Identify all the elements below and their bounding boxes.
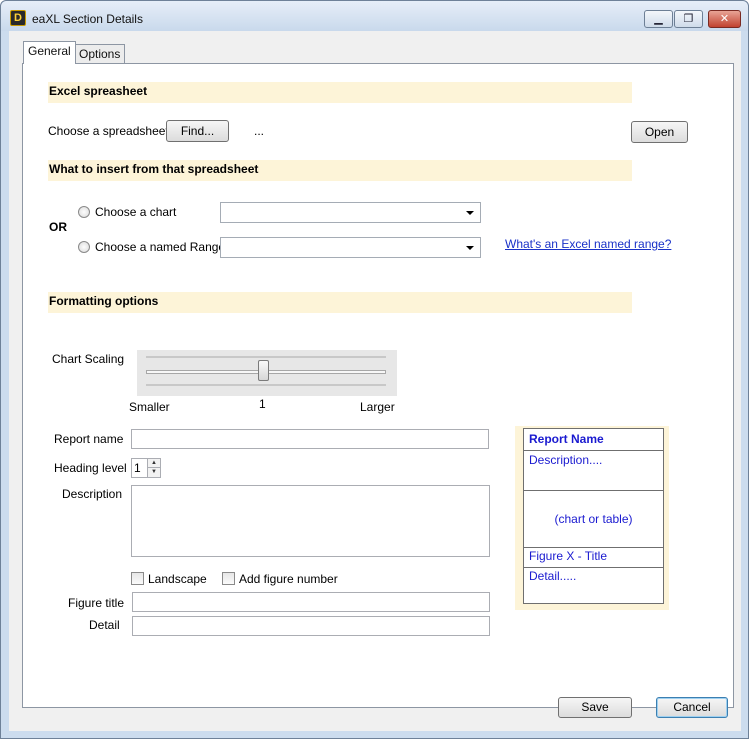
layout-preview-page: Report Name Description.... (chart or ta… — [523, 428, 664, 604]
landscape-label[interactable]: Landscape — [148, 572, 207, 586]
detail-label: Detail — [89, 618, 120, 632]
slider-value-label: 1 — [259, 397, 266, 411]
named-range-help-link[interactable]: What's an Excel named range? — [505, 237, 671, 251]
spreadsheet-path-text: ... — [254, 124, 265, 138]
dialog-client-area: General Options Excel spreasheet Choose … — [9, 31, 741, 731]
report-name-input[interactable] — [131, 429, 489, 449]
preview-chart-placeholder: (chart or table) — [524, 491, 663, 548]
preview-report-name: Report Name — [524, 429, 663, 451]
chevron-down-icon — [466, 246, 474, 250]
add-figure-number-checkbox[interactable] — [222, 572, 235, 585]
cancel-button[interactable]: Cancel — [656, 697, 728, 718]
report-name-label: Report name — [54, 432, 124, 446]
chart-select[interactable] — [220, 202, 481, 223]
slider-ticks-bottom — [146, 384, 386, 386]
window-title: eaXL Section Details — [32, 12, 143, 26]
named-range-select[interactable] — [220, 237, 481, 258]
choose-chart-label[interactable]: Choose a chart — [95, 205, 176, 219]
heading-level-label: Heading level — [54, 461, 127, 475]
detail-input[interactable] — [132, 616, 490, 636]
slider-thumb[interactable] — [258, 360, 269, 381]
minimize-button[interactable]: ▁ — [644, 10, 673, 28]
spin-up-icon[interactable]: ▲ — [147, 459, 160, 468]
find-button[interactable]: Find... — [166, 120, 229, 142]
close-button[interactable]: ✕ — [708, 10, 741, 28]
landscape-checkbox[interactable] — [131, 572, 144, 585]
tab-options[interactable]: Options — [74, 44, 126, 65]
slider-min-label: Smaller — [129, 400, 170, 414]
excel-section-heading: Excel spreasheet — [48, 82, 632, 103]
choose-chart-radio[interactable] — [78, 206, 90, 218]
open-button[interactable]: Open — [631, 121, 688, 143]
insert-section-heading: What to insert from that spreadsheet — [48, 160, 632, 181]
title-bar[interactable]: D eaXL Section Details ▁ ❐ ✕ — [1, 1, 748, 31]
app-icon: D — [10, 10, 26, 26]
slider-max-label: Larger — [360, 400, 395, 414]
heading-level-stepper[interactable]: 1 ▲ ▼ — [131, 458, 161, 478]
maximize-button[interactable]: ❐ — [674, 10, 703, 28]
general-tab-panel: Excel spreasheet Choose a spreadsheet Fi… — [22, 63, 734, 708]
save-button[interactable]: Save — [558, 697, 632, 718]
chart-scaling-slider[interactable] — [137, 350, 397, 396]
dialog-window: D eaXL Section Details ▁ ❐ ✕ General Opt… — [0, 0, 749, 739]
choose-range-radio[interactable] — [78, 241, 90, 253]
description-textarea[interactable] — [131, 485, 490, 557]
tab-general[interactable]: General — [23, 41, 76, 64]
spin-down-icon[interactable]: ▼ — [147, 468, 160, 477]
choose-spreadsheet-label: Choose a spreadsheet — [48, 124, 169, 138]
preview-detail: Detail..... — [529, 569, 577, 583]
choose-range-label[interactable]: Choose a named Range — [95, 240, 225, 254]
description-label: Description — [62, 487, 123, 501]
add-figure-number-label[interactable]: Add figure number — [239, 572, 338, 586]
formatting-section-heading: Formatting options — [48, 292, 632, 313]
figure-title-label: Figure title — [68, 596, 125, 610]
heading-level-value: 1 — [134, 461, 141, 475]
slider-ticks-top — [146, 356, 386, 358]
preview-figure-title: Figure X - Title — [524, 548, 663, 568]
layout-preview: Report Name Description.... (chart or ta… — [515, 426, 669, 610]
or-label: OR — [49, 220, 67, 234]
figure-title-input[interactable] — [132, 592, 490, 612]
preview-description: Description.... — [524, 451, 663, 491]
chevron-down-icon — [466, 211, 474, 215]
chart-scaling-label: Chart Scaling — [52, 352, 125, 366]
